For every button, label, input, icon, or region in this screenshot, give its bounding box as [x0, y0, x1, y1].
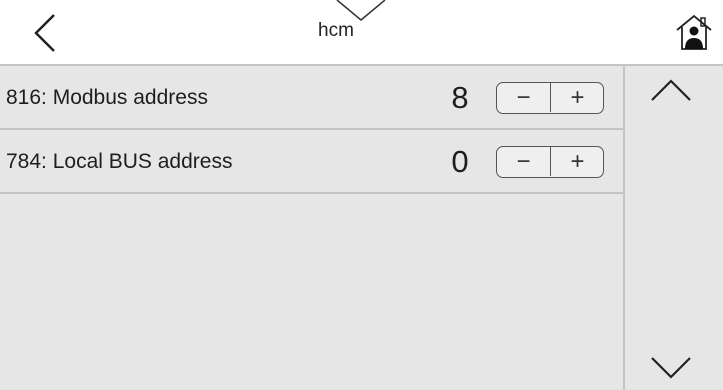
home-button[interactable] — [673, 13, 715, 53]
home-icon — [676, 14, 712, 50]
parameter-value: 0 — [451, 144, 469, 179]
pulldown-chevron-icon — [336, 0, 386, 21]
header-bar: hcm — [0, 0, 723, 66]
increment-button[interactable]: + — [551, 147, 604, 176]
parameter-row: 784: Local BUS address 0 − + — [0, 130, 623, 194]
decrement-button[interactable]: − — [497, 83, 551, 112]
chevron-up-icon — [651, 79, 691, 101]
page-title: hcm — [318, 20, 354, 41]
scroll-panel — [623, 66, 723, 390]
parameter-list: 816: Modbus address 8 − + 784: Local BUS… — [0, 66, 623, 390]
parameter-value: 8 — [451, 80, 469, 115]
value-stepper: − + — [496, 82, 604, 114]
value-stepper: − + — [496, 146, 604, 178]
parameter-row: 816: Modbus address 8 − + — [0, 66, 623, 130]
pulldown-button[interactable] — [336, 0, 386, 22]
scroll-up-button[interactable] — [649, 76, 693, 104]
parameter-label: 816: Modbus address — [6, 86, 208, 109]
chevron-down-icon — [651, 357, 691, 379]
decrement-button[interactable]: − — [497, 147, 551, 176]
parameter-label: 784: Local BUS address — [6, 150, 233, 173]
scroll-down-button[interactable] — [649, 354, 693, 382]
increment-button[interactable]: + — [551, 83, 604, 112]
